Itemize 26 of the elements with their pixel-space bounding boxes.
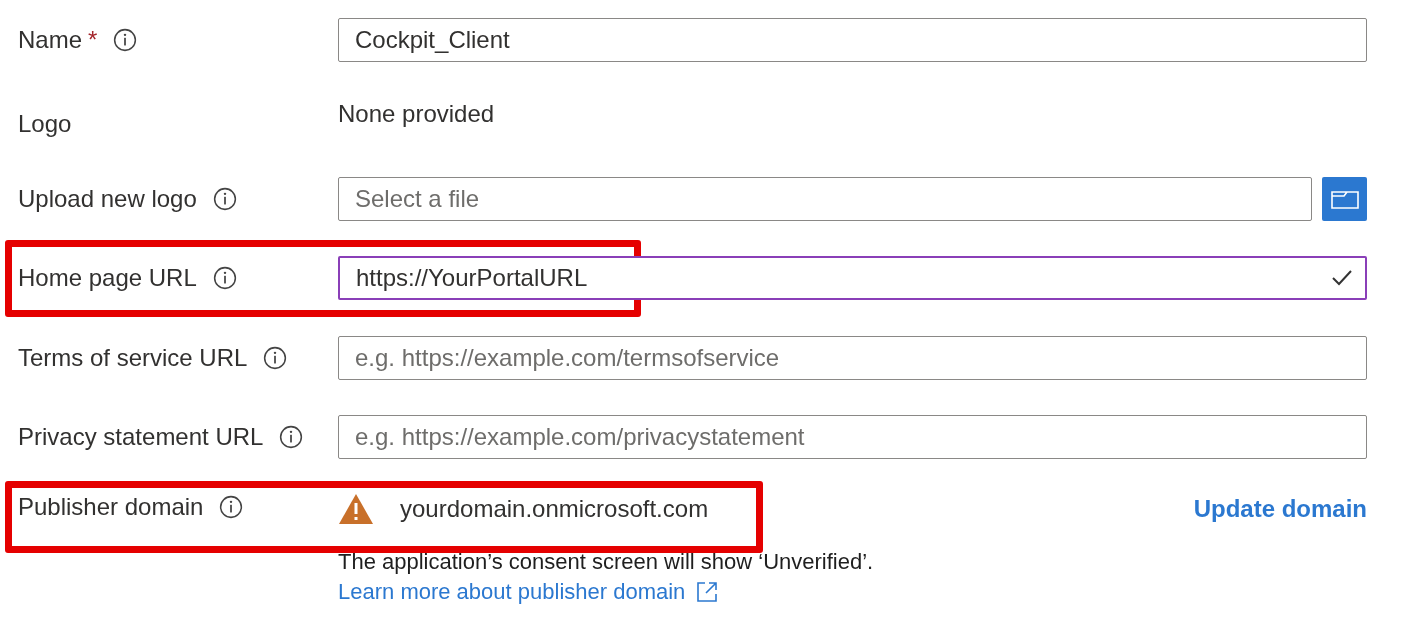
info-icon[interactable]	[212, 266, 237, 291]
field-label: Privacy statement URL	[18, 423, 264, 452]
field-label: Home page URL	[18, 264, 197, 293]
info-icon[interactable]	[279, 425, 304, 450]
update-domain-link[interactable]: Update domain	[1193, 495, 1367, 523]
text-field[interactable]: e.g. https://example.com/privacystatement	[338, 415, 1367, 460]
field-label: Logo	[18, 110, 72, 139]
required-marker: *	[88, 25, 98, 54]
info-icon[interactable]	[113, 27, 138, 52]
domain-value: yourdomain.onmicrosoft.com	[400, 495, 710, 523]
consent-note: The application’s consent screen will show ‘Unverified’.	[338, 549, 875, 575]
field-label: Terms of service URL	[18, 343, 248, 372]
logo-value: None provided	[338, 100, 495, 129]
info-icon[interactable]	[219, 495, 244, 519]
external-link-icon[interactable]	[695, 580, 720, 604]
text-field[interactable]: Cockpit_Client	[338, 17, 1367, 62]
field-label: Name	[18, 25, 83, 54]
info-icon[interactable]	[263, 345, 288, 370]
text-field[interactable]: https://YourPortalURL	[338, 256, 1367, 301]
field-label: Publisher domain	[18, 493, 204, 521]
learn-more-link[interactable]: Learn more about publisher domain	[338, 579, 686, 605]
file-field[interactable]: Select a file	[338, 176, 1312, 221]
text-field[interactable]: e.g. https://example.com/termsofservice	[338, 335, 1367, 380]
field-label: Upload new logo	[18, 184, 197, 213]
browse-button[interactable]	[1322, 176, 1367, 221]
info-icon[interactable]	[212, 186, 237, 211]
